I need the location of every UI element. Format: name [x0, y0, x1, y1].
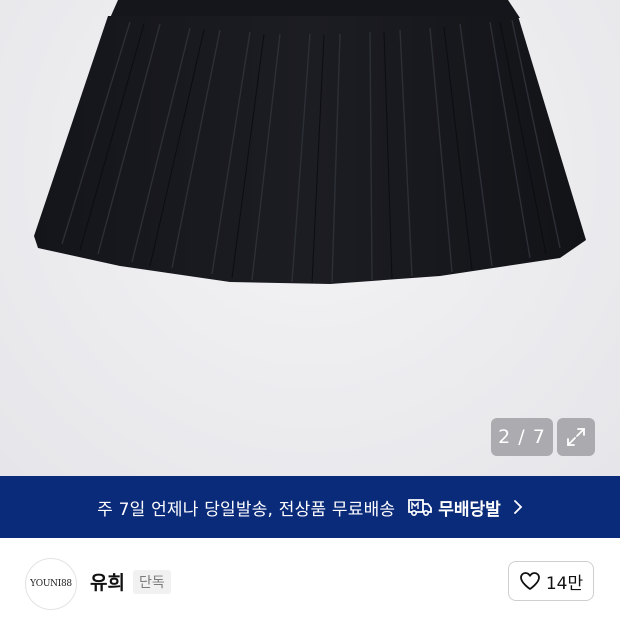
product-image-gallery[interactable]: 2 / 7 [0, 0, 620, 476]
chevron-right-icon [513, 499, 523, 515]
badge-label: 무배당발 [438, 499, 501, 520]
heart-icon [519, 572, 540, 590]
like-button[interactable]: 14만 [508, 561, 594, 601]
exclusive-tag: 단독 [133, 570, 171, 594]
delivery-badge: 무배당발 [407, 495, 501, 520]
product-image [34, 0, 586, 284]
like-count: 14만 [545, 573, 584, 594]
image-page-indicator: 2 / 7 [491, 418, 553, 456]
expand-icon [567, 428, 585, 446]
shop-name[interactable]: 유희 [90, 568, 125, 595]
free-shipping-banner[interactable]: 주 7일 언제나 당일발송, 전상품 무료배송 무배당발 [0, 476, 620, 538]
banner-text: 주 7일 언제나 당일발송, 전상품 무료배송 [97, 499, 396, 520]
shop-logo[interactable]: YOUNI88 [25, 558, 77, 610]
shop-logo-text: YOUNI88 [30, 579, 72, 589]
expand-image-button[interactable] [557, 418, 595, 456]
delivery-truck-icon [408, 499, 433, 517]
